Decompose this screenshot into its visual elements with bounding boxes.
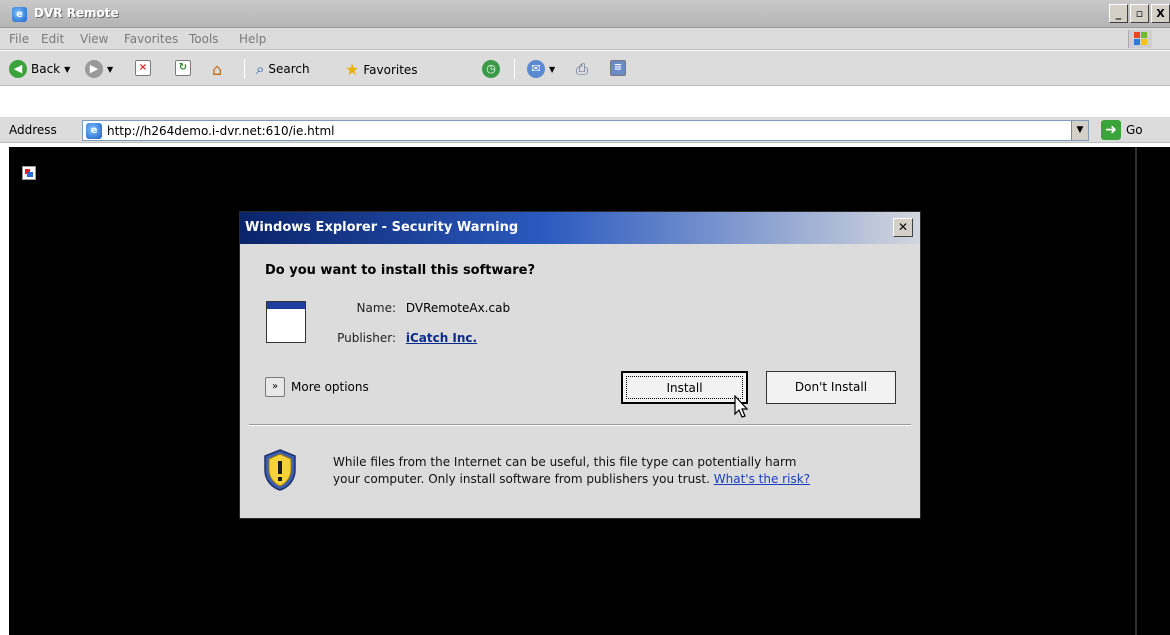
page-icon: e <box>86 123 102 139</box>
dropdown-arrow-icon: ▼ <box>549 64 556 74</box>
warning-line-1: While files from the Internet can be use… <box>333 455 797 469</box>
menu-view[interactable]: View <box>80 32 108 46</box>
edit-page-button[interactable]: ≡ <box>610 60 626 76</box>
window-title-bar[interactable]: e DVR Remote _ ▫ X <box>0 0 1170 28</box>
dropdown-arrow-icon: ▼ <box>107 64 114 74</box>
toolbar-separator <box>514 59 515 79</box>
menu-edit[interactable]: Edit <box>41 32 64 46</box>
refresh-button[interactable]: ↻ <box>175 60 191 76</box>
windows-logo <box>1128 30 1152 48</box>
publisher-row: Publisher: iCatch Inc. <box>320 331 477 345</box>
address-input[interactable]: e http://h264demo.i-dvr.net:610/ie.html … <box>82 120 1089 141</box>
dialog-close-button[interactable]: ✕ <box>893 218 913 237</box>
menu-tools[interactable]: Tools <box>189 32 219 46</box>
dialog-divider <box>249 424 911 426</box>
history-button[interactable]: ◷ <box>482 60 500 78</box>
dialog-question: Do you want to install this software? <box>265 263 536 278</box>
name-label: Name: <box>356 301 396 315</box>
home-icon: ⌂ <box>212 60 223 79</box>
history-icon: ◷ <box>482 60 500 78</box>
edit-page-icon: ≡ <box>610 60 626 76</box>
mail-button[interactable]: ✉ ▼ <box>527 60 555 78</box>
menu-favorites[interactable]: Favorites <box>124 32 178 46</box>
maximize-button[interactable]: ▫ <box>1130 4 1149 23</box>
go-button[interactable]: ➜ Go <box>1101 120 1143 140</box>
more-options-label: More options <box>291 380 369 394</box>
search-label: Search <box>268 62 310 76</box>
dropdown-arrow-icon: ▼ <box>64 64 71 74</box>
mail-icon: ✉ <box>527 60 545 78</box>
go-arrow-icon: ➜ <box>1101 120 1121 140</box>
address-label: Address <box>9 123 57 137</box>
close-button[interactable]: X <box>1151 4 1170 23</box>
warning-message: While files from the Internet can be use… <box>333 454 903 488</box>
back-label: Back <box>31 62 61 76</box>
shield-warning-icon <box>262 448 298 492</box>
star-icon: ★ <box>345 60 360 79</box>
menu-bar: File Edit View Favorites Tools Help <box>0 28 1170 50</box>
refresh-icon: ↻ <box>175 60 191 76</box>
program-icon <box>266 301 306 343</box>
dont-install-label: Don't Install <box>794 380 868 394</box>
dont-install-button[interactable]: Don't Install <box>766 371 896 404</box>
ie-icon: e <box>12 7 27 22</box>
menu-help[interactable]: Help <box>239 32 266 46</box>
dialog-title-bar[interactable]: Windows Explorer - Security Warning ✕ <box>240 212 920 244</box>
publisher-label: Publisher: <box>337 331 396 345</box>
more-options-toggle[interactable]: » More options <box>265 377 369 397</box>
minimize-button[interactable]: _ <box>1109 4 1128 23</box>
windows-flag-icon <box>1134 32 1148 46</box>
publisher-link[interactable]: iCatch Inc. <box>406 331 477 345</box>
favorites-button[interactable]: ★ Favorites <box>345 60 418 79</box>
address-url: http://h264demo.i-dvr.net:610/ie.html <box>107 124 335 138</box>
print-button[interactable]: ⎙ <box>576 60 588 78</box>
content-edge <box>1135 147 1137 635</box>
search-button[interactable]: ⌕ Search <box>256 60 310 78</box>
dialog-title: Windows Explorer - Security Warning <box>245 220 519 235</box>
forward-button[interactable]: ▶ ▼ <box>85 60 113 78</box>
favorites-label: Favorites <box>363 62 418 77</box>
toolbar-separator <box>244 59 245 79</box>
address-dropdown-button[interactable]: ▼ <box>1071 121 1088 140</box>
search-icon: ⌕ <box>256 60 265 78</box>
address-bar: Address e http://h264demo.i-dvr.net:610/… <box>0 117 1170 143</box>
focus-rectangle <box>626 376 743 399</box>
print-icon: ⎙ <box>576 60 589 78</box>
forward-arrow-icon: ▶ <box>85 60 103 78</box>
stop-button[interactable]: × <box>135 60 151 76</box>
chevron-down-icon[interactable]: » <box>265 377 285 397</box>
menu-file[interactable]: File <box>9 32 29 46</box>
window-title: DVR Remote <box>34 6 119 20</box>
stop-icon: × <box>135 60 151 76</box>
broken-image-icon <box>22 166 36 180</box>
home-button[interactable]: ⌂ <box>212 60 222 79</box>
window-controls: _ ▫ X <box>1109 4 1170 23</box>
whats-the-risk-link[interactable]: What's the risk? <box>714 472 810 486</box>
back-arrow-icon: ◀ <box>9 60 27 78</box>
go-label: Go <box>1126 123 1143 137</box>
toolbar: ◀ Back ▼ ▶ ▼ × ↻ ⌂ ⌕ Search ★ Favorites … <box>0 51 1170 86</box>
name-row: Name: DVRemoteAx.cab <box>320 301 511 315</box>
back-button[interactable]: ◀ Back ▼ <box>9 60 70 78</box>
security-warning-dialog: Windows Explorer - Security Warning ✕ Do… <box>239 211 921 519</box>
name-value: DVRemoteAx.cab <box>405 301 511 315</box>
install-button[interactable]: Install <box>621 371 748 404</box>
warning-line-2: your computer. Only install software fro… <box>333 472 710 486</box>
